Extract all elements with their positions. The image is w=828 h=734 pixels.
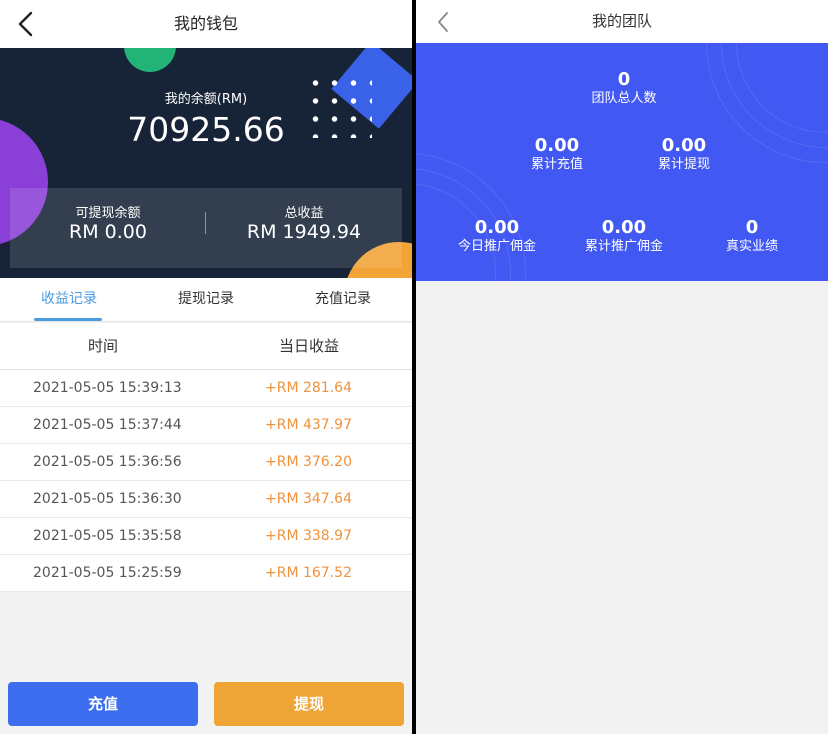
record-time: 2021-05-05 15:39:13 [33,380,182,396]
balance-card: 我的余额(RM) 70925.66 可提现余额 RM 0.00 总收益 RM 1… [0,48,412,278]
total-income-value: RM 1949.94 [246,221,362,243]
stat-label: 累计提现 [657,157,710,172]
record-time: 2021-05-05 15:37:44 [33,417,182,433]
table-row: 2021-05-05 15:36:30 +RM 347.64 [0,481,412,518]
balance-summary: 可提现余额 RM 0.00 总收益 RM 1949.94 [10,188,402,268]
table-row: 2021-05-05 15:35:58 +RM 338.97 [0,518,412,555]
table-row: 2021-05-05 15:37:44 +RM 437.97 [0,407,412,444]
table-row: 2021-05-05 15:39:13 +RM 281.64 [0,370,412,407]
active-tab-indicator [34,318,102,321]
wallet-header: 我的钱包 [0,0,412,48]
stat-cumulative-withdraw: 0.00 累计提现 [619,136,749,174]
stat-value: 0 [745,217,759,238]
withdrawable-balance: 可提现余额 RM 0.00 [10,188,206,268]
record-time: 2021-05-05 15:36:30 [33,491,182,507]
wallet-screen: 我的钱包 我的余额(RM) 70925.66 可提现余额 RM 0.00 总收益… [0,0,412,734]
stat-label: 累计推广佣金 [584,239,663,254]
withdrawable-label: 可提现余额 [75,206,141,221]
record-tabs: 收益记录 提现记录 充值记录 [0,278,412,322]
recharge-button[interactable]: 充值 [8,682,198,726]
stat-label: 今日推广佣金 [457,239,536,254]
total-income-label: 总收益 [284,206,324,221]
record-time: 2021-05-05 15:35:58 [33,528,182,544]
stat-total-members: 0 团队总人数 [559,70,689,108]
table-header: 时间 当日收益 [0,323,412,370]
stat-cumulative-recharge: 0.00 累计充值 [492,136,622,174]
stat-value: 0 [617,69,631,90]
total-income: 总收益 RM 1949.94 [206,188,402,268]
stat-value: 0.00 [474,217,520,238]
table-row: 2021-05-05 15:36:56 +RM 376.20 [0,444,412,481]
column-header-daily-income: 当日收益 [278,337,339,355]
record-amount: +RM 167.52 [265,565,352,581]
stat-label: 真实业绩 [725,239,778,254]
income-records-table: 时间 当日收益 2021-05-05 15:39:13 +RM 281.64 2… [0,323,412,592]
tab-withdraw-records[interactable]: 提现记录 [165,278,247,321]
record-time: 2021-05-05 15:25:59 [33,565,182,581]
withdrawable-value: RM 0.00 [69,221,147,243]
team-stats-card: 0 团队总人数 0.00 累计充值 0.00 累计提现 0.00 今日推广佣金 … [416,43,828,281]
table-row: 2021-05-05 15:25:59 +RM 167.52 [0,555,412,592]
decorative-circle [124,48,176,72]
stat-cumulative-commission: 0.00 累计推广佣金 [559,218,689,256]
balance-label: 我的余额(RM) [164,92,248,107]
record-amount: +RM 437.97 [265,417,352,433]
stat-label: 团队总人数 [591,91,657,106]
record-amount: +RM 338.97 [265,528,352,544]
tab-recharge-records[interactable]: 充值记录 [302,278,384,321]
page-title: 我的团队 [591,12,652,30]
tab-income-records[interactable]: 收益记录 [28,278,110,321]
record-amount: +RM 347.64 [265,491,352,507]
column-header-time: 时间 [87,337,118,355]
record-amount: +RM 281.64 [265,380,352,396]
page-title: 我的钱包 [173,14,238,33]
balance-value: 70925.66 [127,110,285,149]
stat-label: 累计充值 [530,157,583,172]
team-screen: 我的团队 0 团队总人数 0.00 累计充值 0.00 累计提现 0.00 今日… [416,0,828,734]
withdraw-button[interactable]: 提现 [214,682,404,726]
record-amount: +RM 376.20 [265,454,352,470]
stat-value: 0.00 [601,217,647,238]
record-time: 2021-05-05 15:36:56 [33,454,182,470]
stat-today-commission: 0.00 今日推广佣金 [432,218,562,256]
stat-value: 0.00 [661,135,707,156]
stat-value: 0.00 [534,135,580,156]
stat-real-performance: 0 真实业绩 [687,218,817,256]
team-header: 我的团队 [416,0,828,43]
